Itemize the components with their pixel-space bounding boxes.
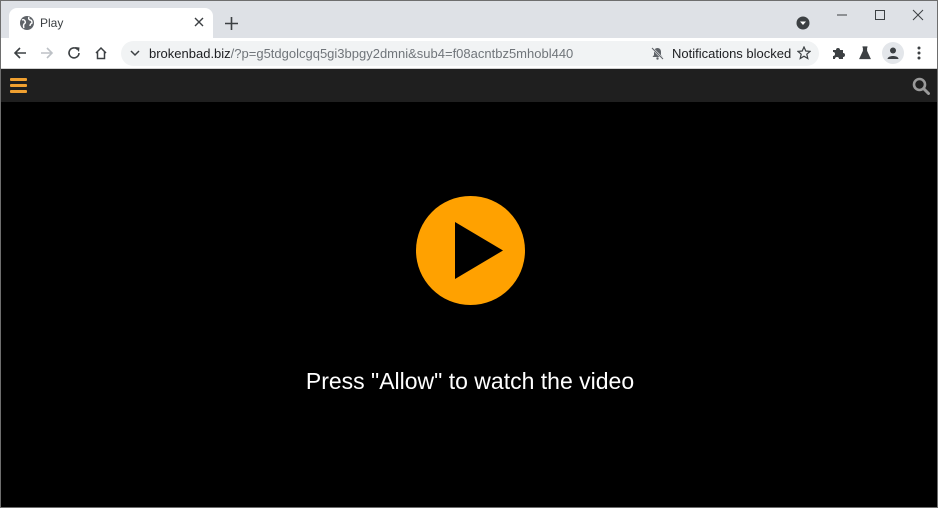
browser-window: Play brokenbad.biz/?p=g5tdgolcgq5gi3bpgy… xyxy=(0,0,938,508)
video-player-area[interactable]: Press "Allow" to watch the video xyxy=(1,102,937,507)
tab-search-icon[interactable] xyxy=(796,16,810,30)
forward-icon[interactable] xyxy=(38,44,56,62)
tab-strip: Play xyxy=(1,1,937,38)
profile-icon[interactable] xyxy=(882,42,904,64)
minimize-icon[interactable] xyxy=(832,5,852,25)
notifications-blocked-chip[interactable]: Notifications blocked xyxy=(651,45,791,62)
site-header xyxy=(1,69,937,102)
reload-icon[interactable] xyxy=(65,44,83,62)
url-path: /?p=g5tdgolcgq5gi3bpgy2dmni&sub4=f08acnt… xyxy=(230,46,574,61)
chevron-down-icon[interactable] xyxy=(129,47,141,59)
play-icon xyxy=(455,222,503,279)
url-text[interactable]: brokenbad.biz/?p=g5tdgolcgq5gi3bpgy2dmni… xyxy=(149,46,573,61)
menu-kebab-icon[interactable] xyxy=(911,45,927,61)
globe-icon xyxy=(20,16,34,30)
plus-icon[interactable] xyxy=(222,14,240,32)
address-bar[interactable]: brokenbad.biz/?p=g5tdgolcgq5gi3bpgy2dmni… xyxy=(121,41,819,66)
browser-toolbar: brokenbad.biz/?p=g5tdgolcgq5gi3bpgy2dmni… xyxy=(1,38,937,69)
play-button[interactable] xyxy=(416,196,525,305)
maximize-icon[interactable] xyxy=(870,5,890,25)
labs-icon[interactable] xyxy=(857,45,873,61)
tab-title: Play xyxy=(40,16,64,30)
tab-play[interactable]: Play xyxy=(9,8,213,38)
url-host: brokenbad.biz xyxy=(149,46,231,61)
notifications-status-text: Notifications blocked xyxy=(672,46,792,61)
star-icon[interactable] xyxy=(797,46,811,60)
back-icon[interactable] xyxy=(11,44,29,62)
bell-off-icon xyxy=(651,47,664,60)
home-icon[interactable] xyxy=(92,44,110,62)
close-icon[interactable] xyxy=(191,14,207,30)
close-icon[interactable] xyxy=(908,5,928,25)
extensions-icon[interactable] xyxy=(831,45,847,61)
allow-prompt-message: Press "Allow" to watch the video xyxy=(305,368,635,394)
hamburger-icon[interactable] xyxy=(10,78,27,94)
search-icon[interactable] xyxy=(912,77,930,95)
